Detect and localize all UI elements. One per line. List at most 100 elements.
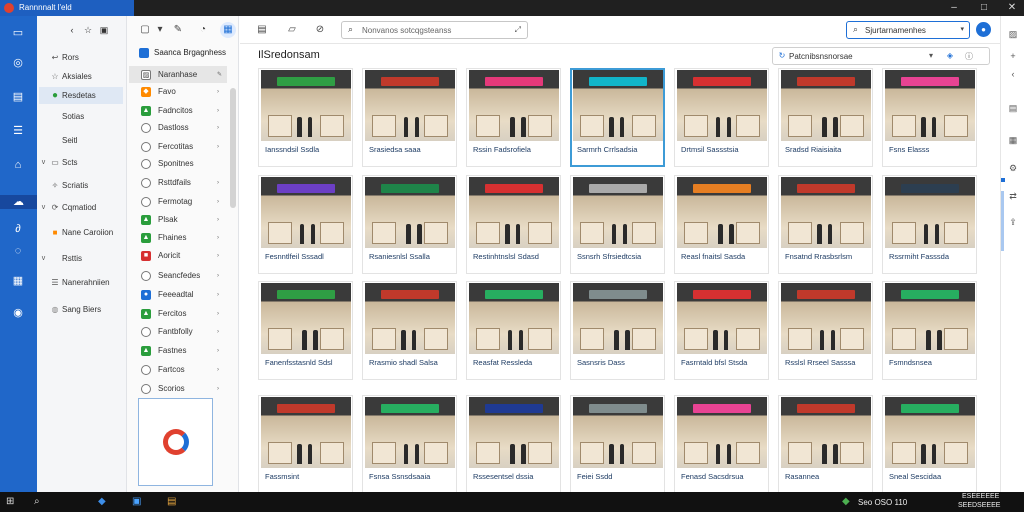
nav-item-nane-caroiion[interactable]: ■ Nane Caroiion: [39, 224, 123, 241]
nav-item-scts[interactable]: v ▭ Scts: [39, 154, 123, 171]
globe-icon[interactable]: ◉: [10, 306, 26, 320]
image-card[interactable]: Rssrmiht Fasssda: [882, 175, 977, 274]
plus-icon[interactable]: +: [1007, 50, 1019, 62]
category-item[interactable]: ▲ Fercitos ›: [129, 305, 227, 322]
image-card[interactable]: Rssin Fadsrofiela: [466, 68, 561, 167]
category-item[interactable]: ■ Aoricit ›: [129, 247, 227, 264]
start-icon[interactable]: ⊞: [6, 496, 14, 507]
store-thumbnail[interactable]: [677, 177, 767, 248]
image-card[interactable]: Sneal Sescidaa: [882, 395, 977, 492]
store-thumbnail[interactable]: [677, 397, 767, 468]
store-thumbnail[interactable]: [365, 283, 455, 354]
image-card[interactable]: Sarmrh Crrlsadsia: [570, 68, 665, 167]
minimize-icon[interactable]: –: [944, 0, 964, 16]
image-card[interactable]: Drtmsil Sassstsia: [674, 68, 769, 167]
category-item[interactable]: Rsttdfails ›: [129, 174, 227, 191]
image-card[interactable]: Fassmsint: [258, 395, 353, 492]
dashboard-icon[interactable]: ▣: [97, 23, 111, 37]
tray-network-icon[interactable]: ◆: [842, 496, 850, 507]
share-icon[interactable]: ⇪: [1007, 216, 1019, 228]
category-scrollbar[interactable]: [230, 88, 236, 208]
image-card[interactable]: Rrasmio shadl Salsa: [362, 281, 457, 380]
store-thumbnail[interactable]: [469, 70, 559, 141]
nav-item-resdetas[interactable]: ● Resdetas: [39, 87, 123, 104]
pen-icon[interactable]: ✎: [217, 71, 227, 78]
store-thumbnail[interactable]: [469, 397, 559, 468]
nav-item-sotias[interactable]: Sotias: [39, 108, 123, 125]
category-item[interactable]: ▨ Naranhase ✎: [129, 66, 227, 83]
clipboard-icon[interactable]: ▤: [10, 90, 26, 104]
category-item[interactable]: ▲ Fadncitos ›: [129, 102, 227, 119]
maximize-icon[interactable]: □: [974, 0, 994, 16]
grid-icon[interactable]: ▦: [10, 274, 26, 288]
category-item[interactable]: ◆ Favo ›: [129, 83, 227, 100]
chevron-down-icon[interactable]: v: [39, 204, 48, 211]
category-item[interactable]: Fercotitas ›: [129, 138, 227, 155]
search-icon[interactable]: ⌕: [34, 496, 40, 507]
nav-item-aksiales[interactable]: ☆ Aksiales: [39, 68, 123, 85]
account-icon[interactable]: ●: [976, 22, 991, 37]
store-thumbnail[interactable]: [365, 70, 455, 141]
close-icon[interactable]: ✕: [1002, 0, 1022, 16]
store-icon[interactable]: ▤: [167, 496, 176, 507]
folder-icon[interactable]: ▱: [284, 22, 300, 38]
image-card[interactable]: Fsmndsnsea: [882, 281, 977, 380]
chevron-right-icon[interactable]: ›: [217, 367, 227, 373]
star-icon[interactable]: ☆: [81, 23, 95, 37]
chevron-right-icon[interactable]: ›: [217, 386, 227, 392]
image-card[interactable]: Fanenfsstasnld Sdsl: [258, 281, 353, 380]
image-card[interactable]: Rasannea: [778, 395, 873, 492]
image-card[interactable]: Ianssndsil Ssdla: [258, 68, 353, 167]
vscode-icon[interactable]: ◆: [98, 496, 106, 507]
nav-item-rsttis[interactable]: v Rsttis: [39, 250, 123, 267]
nav-item-rors[interactable]: ↩ Rors: [39, 49, 123, 66]
store-thumbnail[interactable]: [573, 70, 663, 141]
image-card[interactable]: Reasl fnaitsl Sasda: [674, 175, 769, 274]
image-card[interactable]: Fnsatnd Rrasbsrlsm: [778, 175, 873, 274]
monitor-icon[interactable]: ▭: [10, 26, 26, 40]
image-card[interactable]: Srasiedsa saaa: [362, 68, 457, 167]
category-item[interactable]: Sponitnes: [129, 155, 227, 172]
category-item[interactable]: ▲ Plsak ›: [129, 211, 227, 228]
store-thumbnail[interactable]: [885, 283, 975, 354]
chevron-right-icon[interactable]: ›: [217, 292, 227, 298]
category-item[interactable]: Seancfedes ›: [129, 267, 227, 284]
store-thumbnail[interactable]: [261, 397, 351, 468]
store-thumbnail[interactable]: [365, 177, 455, 248]
chevron-right-icon[interactable]: ›: [217, 180, 227, 186]
refresh-icon[interactable]: ↻: [776, 51, 788, 60]
chevron-right-icon[interactable]: ›: [217, 253, 227, 259]
back-icon[interactable]: ‹: [65, 23, 79, 37]
image-card[interactable]: Rsaniesnlsl Ssalla: [362, 175, 457, 274]
image-card[interactable]: Rsslsl Rrseel Sasssa: [778, 281, 873, 380]
image-card[interactable]: Sasnsris Dass: [570, 281, 665, 380]
store-thumbnail[interactable]: [261, 283, 351, 354]
category-item[interactable]: Fartcos ›: [129, 361, 227, 378]
category-item[interactable]: Dastloss ›: [129, 119, 227, 136]
shield-icon[interactable]: ◔: [195, 22, 211, 38]
image-card[interactable]: Reasfat Ressleda: [466, 281, 561, 380]
image-card[interactable]: Sradsd Riaisiaita: [778, 68, 873, 167]
store-thumbnail[interactable]: [261, 70, 351, 141]
category-item[interactable]: ● Feeeadtal ›: [129, 286, 227, 303]
files-icon[interactable]: ▣: [132, 496, 141, 507]
image-card[interactable]: Fsns Elasss: [882, 68, 977, 167]
store-thumbnail[interactable]: [469, 177, 559, 248]
chevron-right-icon[interactable]: ›: [217, 199, 227, 205]
table-icon[interactable]: ▤: [1007, 102, 1019, 114]
calendar-icon[interactable]: ▦: [220, 22, 236, 38]
store-thumbnail[interactable]: [781, 177, 871, 248]
filter-search-input[interactable]: ⌕ Sjurtarnamenhes ▾: [846, 21, 970, 39]
image-card[interactable]: Ssnsrh Sfrsiedtcsia: [570, 175, 665, 274]
store-thumbnail[interactable]: [781, 283, 871, 354]
category-item[interactable]: Fermotag ›: [129, 193, 227, 210]
nav-item-cqmatiod[interactable]: v ⟳ Cqmatiod: [39, 199, 123, 216]
cloud-icon[interactable]: ☁: [0, 195, 37, 209]
image-card[interactable]: Fasrntald bfsl Stsda: [674, 281, 769, 380]
link-icon[interactable]: ∂: [10, 222, 26, 236]
chevron-down-icon[interactable]: ▾: [960, 25, 964, 33]
chevron-right-icon[interactable]: ›: [217, 125, 227, 131]
chevron-right-icon[interactable]: ›: [217, 108, 227, 114]
store-thumbnail[interactable]: [781, 70, 871, 141]
new-document-icon[interactable]: ▢: [137, 22, 153, 38]
